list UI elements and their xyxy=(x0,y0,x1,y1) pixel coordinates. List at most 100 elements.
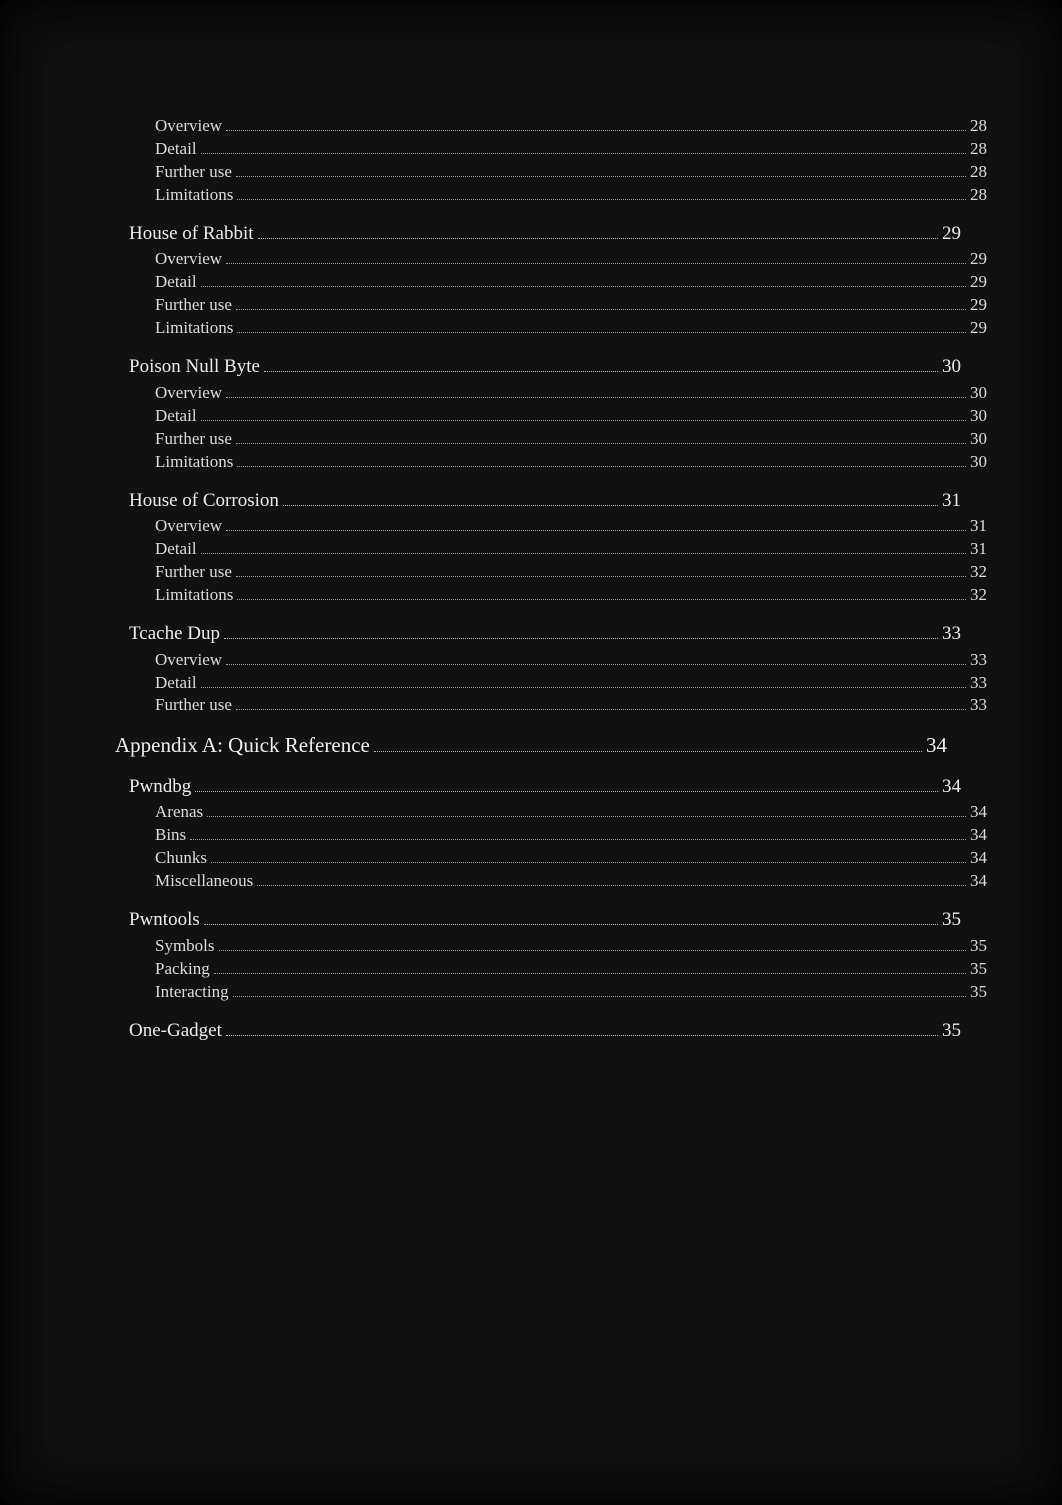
toc-leader xyxy=(207,805,966,818)
toc-entry-title: Overview xyxy=(155,649,222,672)
toc-entry[interactable]: Appendix A: Quick Reference34 xyxy=(115,731,947,759)
toc-entry-title: Overview xyxy=(155,115,222,138)
toc-entry-page: 34 xyxy=(970,801,987,824)
toc-entry[interactable]: Symbols35 xyxy=(155,935,987,958)
toc-entry-page: 30 xyxy=(970,405,987,428)
toc-entry-page: 34 xyxy=(970,870,987,893)
toc-entry[interactable]: Overview 31 xyxy=(155,515,987,538)
toc-entry[interactable]: Tcache Dup33 xyxy=(129,621,961,647)
toc-entry-page: 28 xyxy=(970,138,987,161)
toc-entry[interactable]: Limitations32 xyxy=(155,584,987,607)
toc-entry-page: 35 xyxy=(970,958,987,981)
toc-entry[interactable]: Further use32 xyxy=(155,561,987,584)
toc-entry[interactable]: Arenas 34 xyxy=(155,801,987,824)
toc-leader xyxy=(201,408,966,421)
toc-leader xyxy=(226,518,966,531)
toc-entry-title: Chunks xyxy=(155,847,207,870)
toc-entry-page: 28 xyxy=(970,184,987,207)
toc-entry-title: Overview xyxy=(155,515,222,538)
toc-leader xyxy=(264,358,938,372)
toc-entry-title: House of Rabbit xyxy=(129,221,254,247)
toc-leader xyxy=(201,141,966,154)
toc-entry-title: Further use xyxy=(155,161,232,184)
toc-entry-title: Limitations xyxy=(155,451,233,474)
toc-leader xyxy=(224,625,938,639)
toc-entry-page: 33 xyxy=(942,621,961,647)
toc-entry-page: 28 xyxy=(970,161,987,184)
toc-entry-page: 30 xyxy=(970,451,987,474)
toc-leader xyxy=(204,911,938,925)
toc-entry-page: 30 xyxy=(942,354,961,380)
toc-entry-title: Poison Null Byte xyxy=(129,354,260,380)
toc-entry-title: Bins xyxy=(155,824,186,847)
toc-entry[interactable]: Detail33 xyxy=(155,672,987,695)
toc-entry[interactable]: House of Corrosion31 xyxy=(129,488,961,514)
toc-entry[interactable]: Overview28 xyxy=(155,115,987,138)
toc-entry-page: 29 xyxy=(970,271,987,294)
toc-entry[interactable]: Detail 31 xyxy=(155,538,987,561)
toc-entry-page: 29 xyxy=(970,294,987,317)
toc-leader xyxy=(236,698,966,711)
toc-leader xyxy=(195,777,938,791)
toc-leader xyxy=(201,675,966,688)
toc-leader xyxy=(374,737,922,753)
toc-entry[interactable]: Pwntools35 xyxy=(129,907,961,933)
toc-entry[interactable]: Chunks 34 xyxy=(155,847,987,870)
toc-entry-title: Limitations xyxy=(155,317,233,340)
toc-entry[interactable]: Interacting35 xyxy=(155,981,987,1004)
toc-leader xyxy=(236,164,966,177)
toc-entry[interactable]: Further use 30 xyxy=(155,428,987,451)
toc-entry[interactable]: Miscellaneous 34 xyxy=(155,870,987,893)
toc-entry-page: 33 xyxy=(970,694,987,717)
toc-entry-title: Overview xyxy=(155,248,222,271)
toc-entry-page: 32 xyxy=(970,584,987,607)
toc-entry-page: 31 xyxy=(970,515,987,538)
toc-leader xyxy=(226,385,966,398)
toc-leader xyxy=(190,828,966,841)
toc-entry-title: Detail xyxy=(155,538,197,561)
toc-entry-title: Further use xyxy=(155,694,232,717)
toc-leader xyxy=(201,275,966,288)
toc-entry[interactable]: Further use 28 xyxy=(155,161,987,184)
toc-entry-title: Pwndbg xyxy=(129,774,191,800)
toc-leader xyxy=(211,850,966,863)
toc-entry-page: 34 xyxy=(970,847,987,870)
toc-entry-title: Detail xyxy=(155,271,197,294)
toc-entry[interactable]: Limitations28 xyxy=(155,184,987,207)
toc-leader xyxy=(236,431,966,444)
document-page: Overview28Detail28Further use28Limitatio… xyxy=(0,0,1062,1505)
toc-entry-title: Arenas xyxy=(155,801,203,824)
toc-entry-page: 31 xyxy=(970,538,987,561)
toc-entry[interactable]: Detail30 xyxy=(155,405,987,428)
toc-entry-title: Packing xyxy=(155,958,210,981)
toc-entry-title: Further use xyxy=(155,428,232,451)
toc-entry-title: Detail xyxy=(155,672,197,695)
toc-entry-page: 34 xyxy=(942,774,961,800)
toc-entry[interactable]: Limitations 30 xyxy=(155,451,987,474)
toc-entry-page: 29 xyxy=(970,248,987,271)
toc-entry[interactable]: Packing 35 xyxy=(155,958,987,981)
toc-entry-title: Pwntools xyxy=(129,907,200,933)
toc-entry-page: 32 xyxy=(970,561,987,584)
toc-entry-title: Miscellaneous xyxy=(155,870,253,893)
toc-entry-page: 30 xyxy=(970,428,987,451)
toc-entry[interactable]: Further use 33 xyxy=(155,694,987,717)
toc-entry[interactable]: One-Gadget35 xyxy=(129,1018,961,1044)
toc-entry[interactable]: Further use29 xyxy=(155,294,987,317)
toc-entry[interactable]: Overview30 xyxy=(155,382,987,405)
toc-leader xyxy=(219,938,966,951)
toc-entry[interactable]: Limitations29 xyxy=(155,317,987,340)
toc-entry[interactable]: Bins34 xyxy=(155,824,987,847)
toc-entry[interactable]: House of Rabbit29 xyxy=(129,221,961,247)
toc-entry[interactable]: Poison Null Byte 30 xyxy=(129,354,961,380)
toc-entry[interactable]: Detail 29 xyxy=(155,271,987,294)
toc-leader xyxy=(226,252,966,265)
toc-entry[interactable]: Detail28 xyxy=(155,138,987,161)
toc-entry[interactable]: Overview 29 xyxy=(155,248,987,271)
toc-entry-page: 35 xyxy=(942,1018,961,1044)
toc-entry-title: Appendix A: Quick Reference xyxy=(115,731,370,759)
toc-entry[interactable]: Pwndbg 34 xyxy=(129,774,961,800)
toc-leader xyxy=(236,298,966,311)
toc-entry[interactable]: Overview33 xyxy=(155,649,987,672)
toc-leader xyxy=(201,541,966,554)
